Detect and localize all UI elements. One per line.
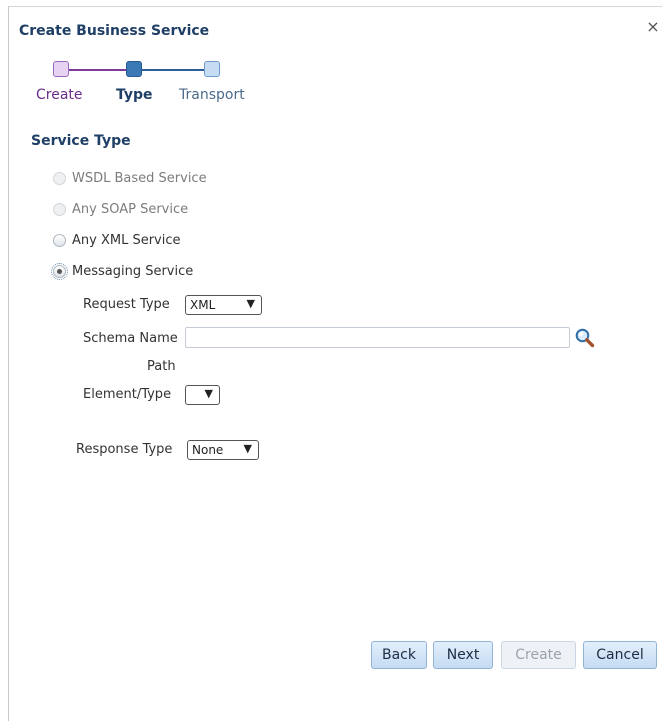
- radio-any-xml-service[interactable]: Any XML Service: [53, 231, 181, 249]
- radio-label: Any SOAP Service: [72, 201, 189, 217]
- schema-name-label: Schema Name: [83, 331, 178, 346]
- radio-button[interactable]: [53, 233, 66, 247]
- dropdown-arrow-icon: ▼: [246, 297, 255, 310]
- train-stop-transport[interactable]: [204, 61, 220, 77]
- request-type-select[interactable]: XML ▼: [185, 295, 262, 315]
- train-connector-1: [69, 69, 126, 71]
- response-type-value: None: [192, 443, 224, 457]
- radio-button-selected[interactable]: [51, 262, 68, 280]
- close-icon[interactable]: ×: [646, 19, 660, 35]
- search-icon[interactable]: [574, 327, 596, 349]
- element-type-label: Element/Type: [83, 387, 172, 402]
- element-type-select[interactable]: ▼: [185, 385, 220, 405]
- radio-any-soap-service: Any SOAP Service: [53, 200, 188, 218]
- back-button[interactable]: Back: [371, 641, 427, 669]
- create-button: Create: [501, 641, 576, 669]
- dropdown-arrow-icon: ▼: [243, 442, 252, 455]
- radio-dot: [57, 268, 62, 274]
- train-label-transport[interactable]: Transport: [179, 87, 245, 103]
- radio-messaging-service[interactable]: Messaging Service: [51, 262, 193, 280]
- dropdown-arrow-icon: ▼: [204, 387, 213, 400]
- schema-name-input[interactable]: [185, 327, 570, 348]
- dialog-title: Create Business Service: [19, 23, 210, 39]
- radio-button: [53, 202, 66, 216]
- path-label: Path: [147, 359, 176, 374]
- train-stop-type: [126, 61, 142, 77]
- response-type-select[interactable]: None ▼: [187, 440, 259, 460]
- radio-button: [53, 171, 66, 185]
- request-type-label: Request Type: [83, 297, 170, 312]
- radio-label: WSDL Based Service: [72, 170, 207, 186]
- radio-wsdl-based-service: WSDL Based Service: [53, 169, 207, 187]
- next-button[interactable]: Next: [433, 641, 493, 669]
- train-label-type: Type: [116, 87, 153, 103]
- radio-label[interactable]: Any XML Service: [72, 233, 181, 248]
- response-type-label: Response Type: [76, 442, 173, 457]
- request-type-value: XML: [190, 298, 216, 312]
- train-label-create[interactable]: Create: [36, 87, 83, 103]
- train-connector-2: [142, 69, 204, 71]
- radio-label[interactable]: Messaging Service: [72, 264, 193, 279]
- create-business-service-dialog: Create Business Service × Create Type Tr…: [8, 6, 662, 721]
- wizard-train: Create Type Transport: [9, 61, 269, 109]
- train-stop-create[interactable]: [53, 61, 69, 77]
- service-type-heading: Service Type: [31, 133, 131, 149]
- cancel-button[interactable]: Cancel: [583, 641, 657, 669]
